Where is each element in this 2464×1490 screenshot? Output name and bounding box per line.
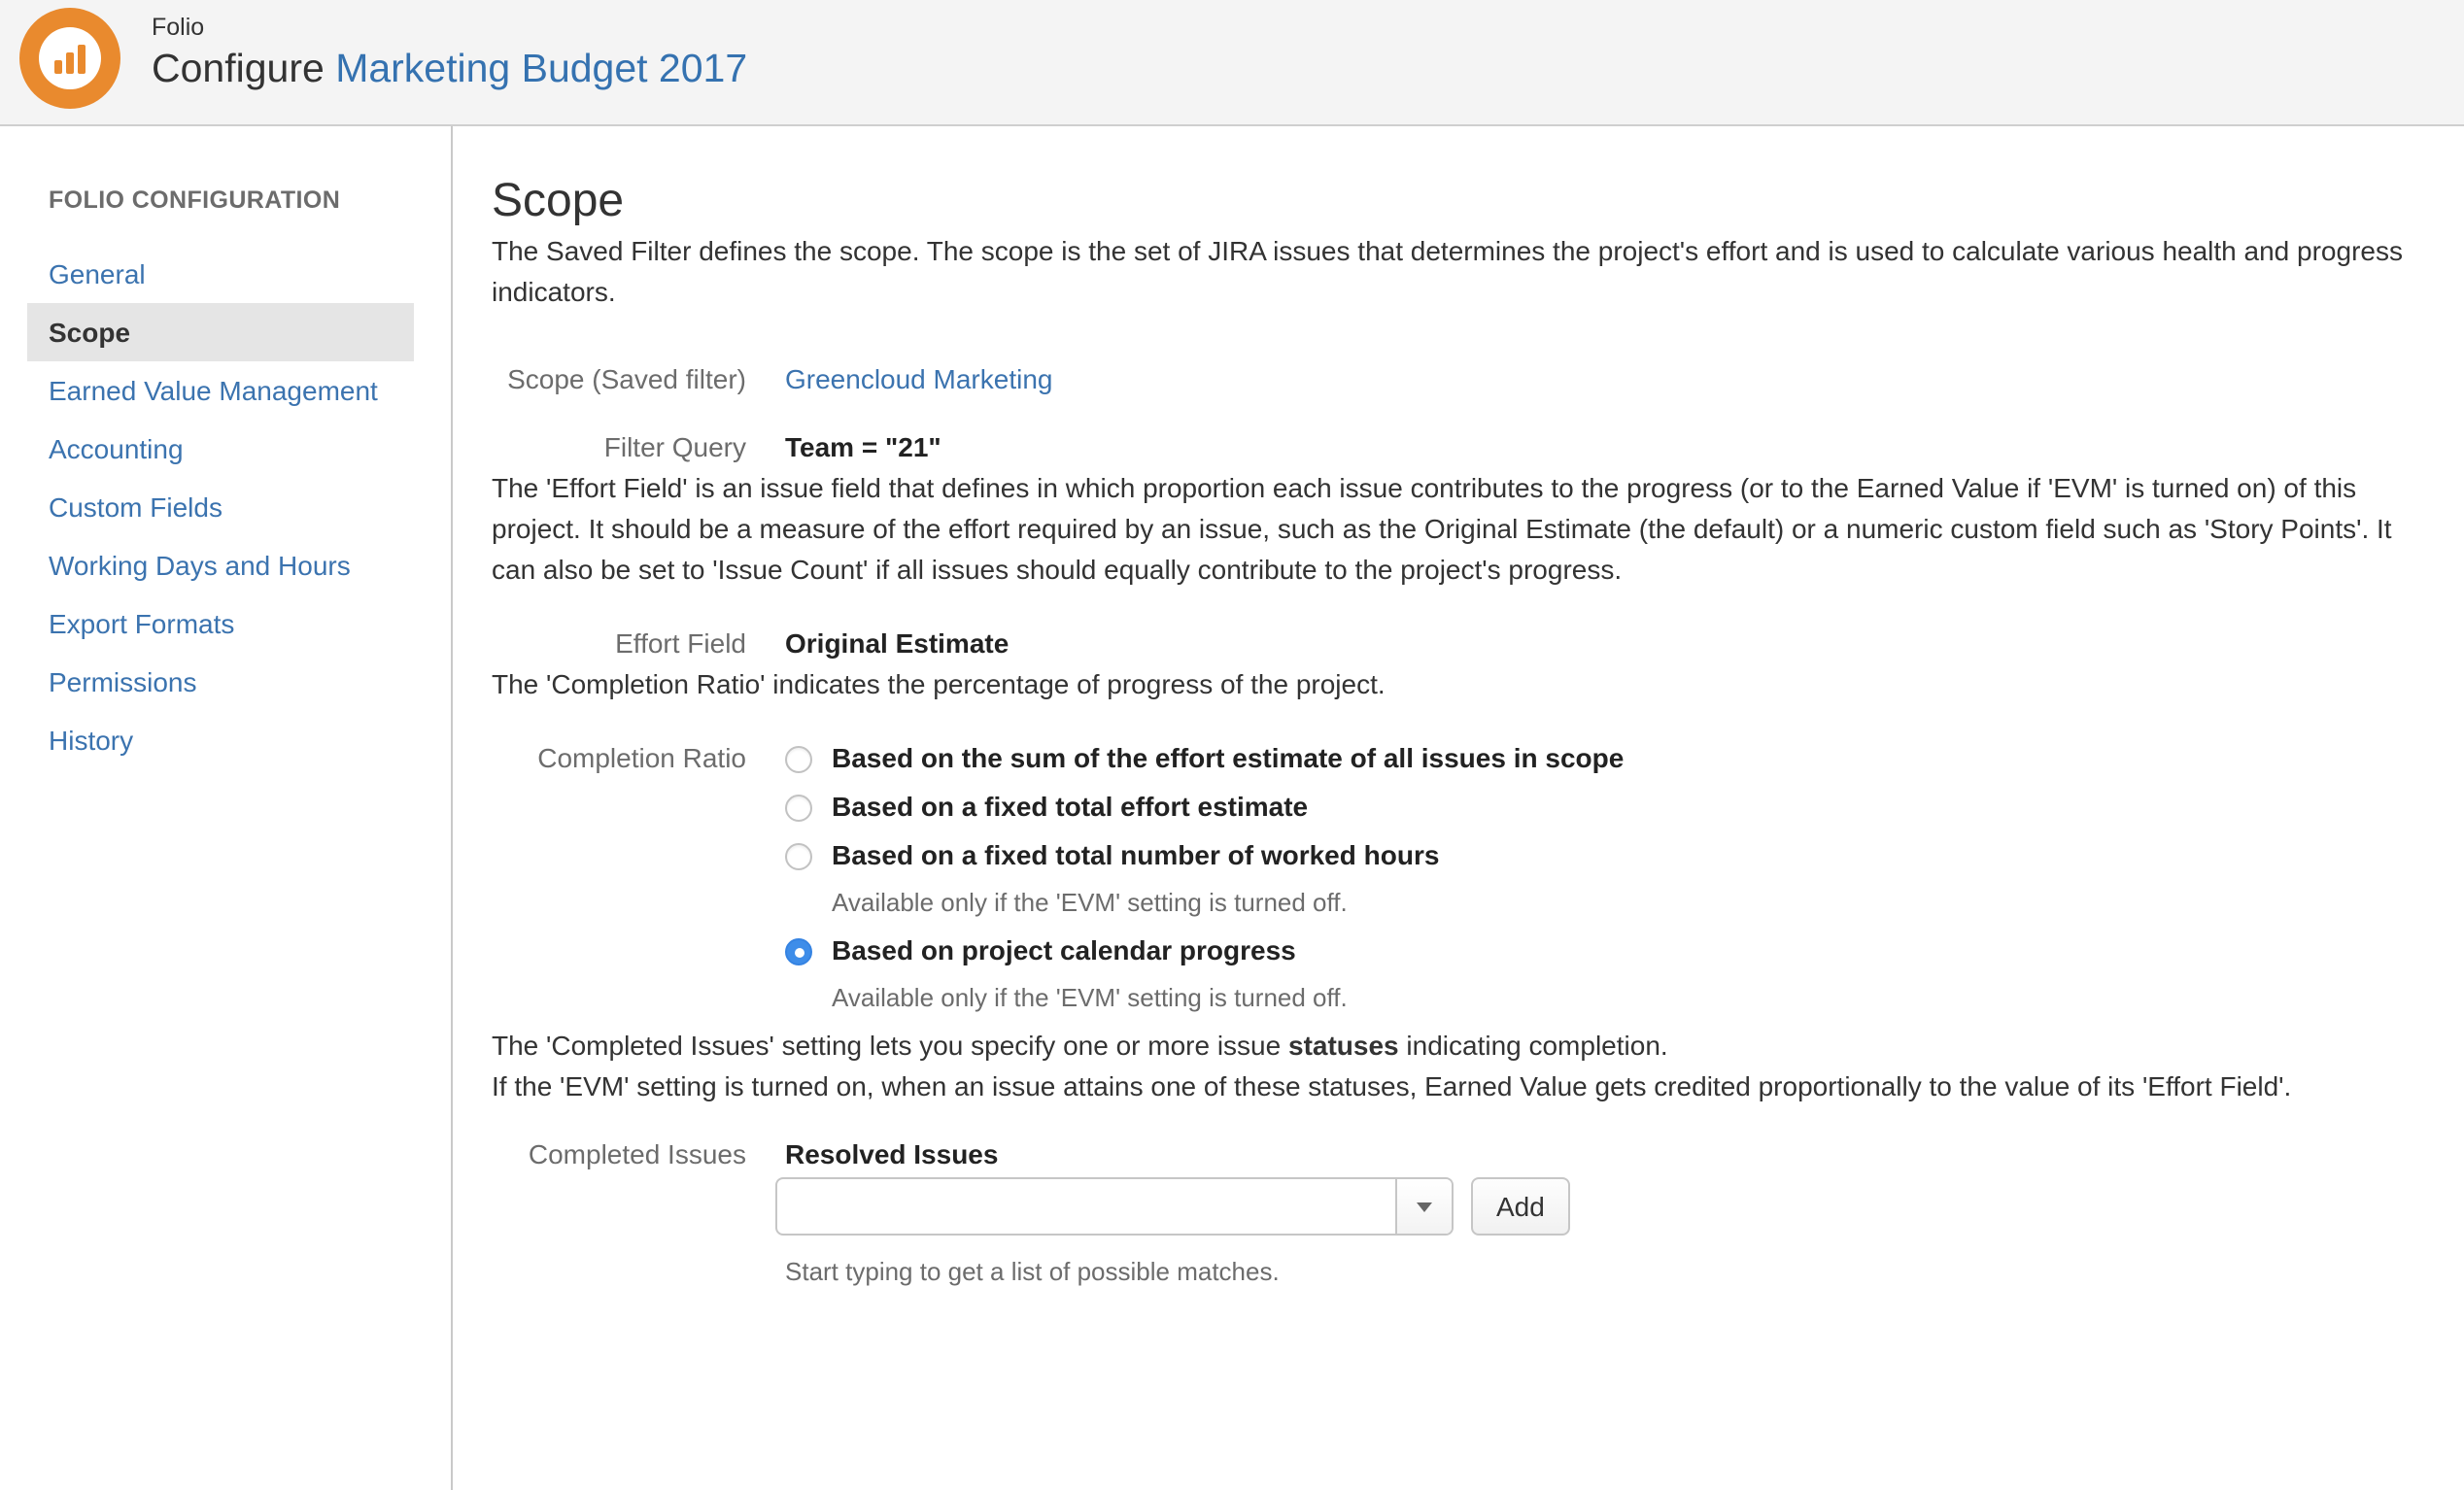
sidebar-item-custom-fields[interactable]: Custom Fields [0, 478, 451, 536]
bar-chart-icon [39, 27, 101, 89]
sidebar-item-accounting[interactable]: Accounting [0, 420, 451, 478]
completed-issues-row: Completed Issues Resolved Issues [492, 1134, 2415, 1175]
effort-field-label: Effort Field [492, 624, 746, 664]
header-text: Folio Configure Marketing Budget 2017 [152, 14, 747, 93]
radio-button[interactable] [785, 794, 812, 821]
radio-option-fixed-worked-hours[interactable]: Based on a fixed total number of worked … [785, 835, 1624, 876]
saved-filter-row: Scope (Saved filter) Greencloud Marketin… [492, 359, 2415, 400]
radio-button[interactable] [785, 842, 812, 869]
app-header: Folio Configure Marketing Budget 2017 [0, 0, 2464, 126]
sidebar-item-working-days-and-hours[interactable]: Working Days and Hours [0, 536, 451, 594]
main-content: Scope The Saved Filter defines the scope… [453, 126, 2464, 1490]
completion-ratio-description: The 'Completion Ratio' indicates the per… [492, 664, 2415, 705]
sidebar-item-permissions[interactable]: Permissions [0, 653, 451, 711]
effort-field-row: Effort Field Original Estimate [492, 624, 2415, 664]
saved-filter-label: Scope (Saved filter) [492, 359, 746, 400]
sidebar: FOLIO CONFIGURATION General Scope Earned… [0, 126, 453, 1490]
sidebar-heading: FOLIO CONFIGURATION [49, 186, 451, 214]
filter-query-label: Filter Query [492, 427, 746, 468]
filter-query-row: Filter Query Team = "21" [492, 427, 2415, 468]
folio-logo [19, 8, 120, 109]
radio-option-note: Available only if the 'EVM' setting is t… [832, 981, 1624, 1014]
app-label: Folio [152, 14, 747, 41]
completion-ratio-row: Completion Ratio Based on the sum of the… [492, 738, 2415, 1026]
sidebar-item-general[interactable]: General [0, 245, 451, 303]
sidebar-item-earned-value-management[interactable]: Earned Value Management [0, 361, 451, 420]
page-title-prefix: Configure [152, 47, 325, 91]
sidebar-item-history[interactable]: History [0, 711, 451, 769]
sidebar-item-export-formats[interactable]: Export Formats [0, 594, 451, 653]
sidebar-nav: General Scope Earned Value Management Ac… [0, 245, 451, 769]
page: Folio Configure Marketing Budget 2017 FO… [0, 0, 2464, 1490]
radio-option-note: Available only if the 'EVM' setting is t… [832, 886, 1624, 919]
statuses-bold-word: statuses [1288, 1030, 1399, 1061]
radio-button[interactable] [785, 745, 812, 772]
effort-field-description: The 'Effort Field' is an issue field tha… [492, 468, 2415, 591]
completion-ratio-label: Completion Ratio [492, 738, 746, 779]
status-input[interactable] [777, 1179, 1395, 1234]
radio-option-fixed-total-effort[interactable]: Based on a fixed total effort estimate [785, 787, 1624, 828]
folio-name-link[interactable]: Marketing Budget 2017 [335, 47, 747, 91]
input-hint: Start typing to get a list of possible m… [785, 1257, 2415, 1286]
scope-description: The Saved Filter defines the scope. The … [492, 231, 2415, 313]
status-picker-row: Add [492, 1177, 2415, 1236]
dropdown-button[interactable] [1395, 1179, 1452, 1234]
status-combobox [775, 1177, 1454, 1236]
sidebar-item-scope[interactable]: Scope [27, 303, 414, 361]
page-title: Configure Marketing Budget 2017 [152, 47, 747, 93]
radio-option-sum-of-effort[interactable]: Based on the sum of the effort estimate … [785, 738, 1624, 779]
effort-field-value: Original Estimate [785, 624, 1009, 664]
completed-issues-label: Completed Issues [492, 1134, 746, 1175]
saved-filter-link[interactable]: Greencloud Marketing [785, 363, 1053, 394]
radio-option-calendar-progress[interactable]: Based on project calendar progress [785, 931, 1624, 971]
filter-query-value: Team = "21" [785, 427, 941, 468]
radio-button-selected[interactable] [785, 937, 812, 965]
chevron-down-icon [1417, 1202, 1432, 1211]
section-title: Scope [492, 173, 2415, 231]
add-button[interactable]: Add [1471, 1177, 1570, 1236]
completed-issues-description: The 'Completed Issues' setting lets you … [492, 1026, 2415, 1107]
completed-issues-value: Resolved Issues [785, 1134, 998, 1175]
